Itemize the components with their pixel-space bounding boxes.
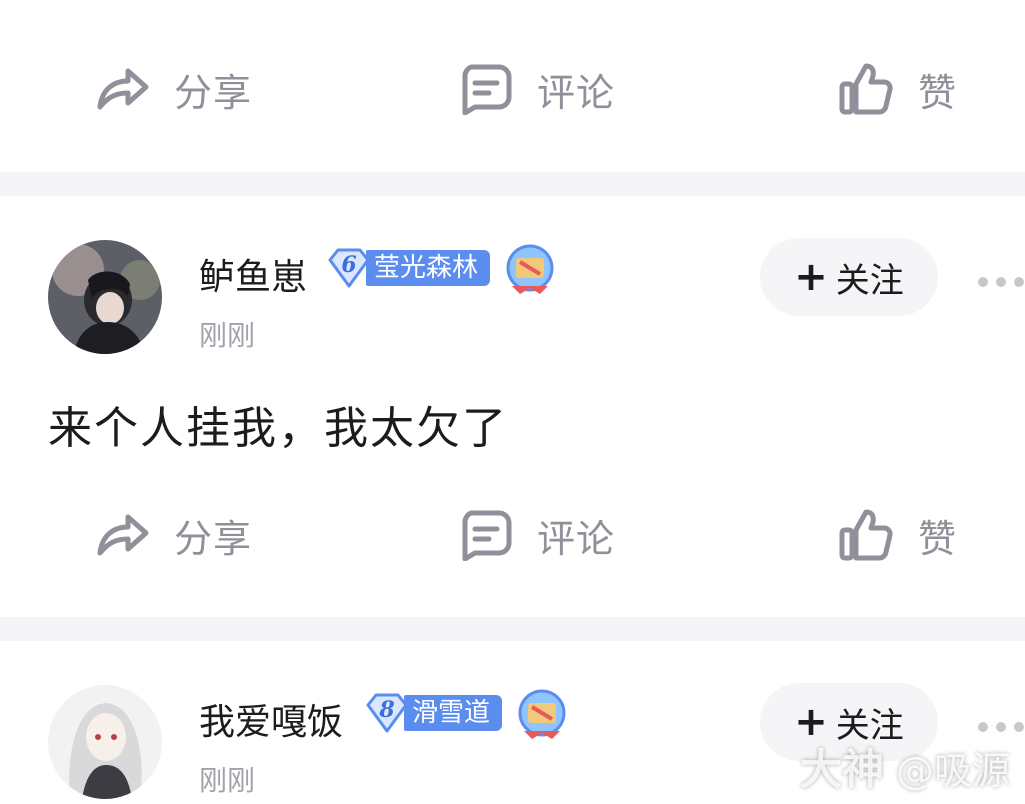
section-divider: [0, 172, 1025, 196]
follow-label: 关注: [835, 260, 904, 301]
comment-label: 评论: [537, 516, 616, 561]
level-name: 滑雪道: [404, 695, 503, 731]
like-button[interactable]: 赞: [838, 490, 957, 580]
share-icon: [94, 507, 150, 563]
share-icon: [94, 61, 150, 117]
comment-button[interactable]: 评论: [457, 490, 615, 580]
section-divider: [0, 617, 1025, 641]
post-content[interactable]: 来个人挂我，我太欠了: [48, 392, 508, 456]
more-icon[interactable]: [978, 272, 1025, 292]
level-number: 6: [341, 252, 357, 278]
level-badge[interactable]: 6 莹光森林: [326, 246, 491, 290]
avatar[interactable]: [48, 685, 162, 799]
like-button[interactable]: 赞: [838, 44, 957, 134]
avatar[interactable]: [48, 240, 162, 354]
action-bar: 分享 评论 赞: [0, 490, 1025, 580]
action-bar: 分享 评论 赞: [0, 44, 1025, 134]
plus-icon: +: [794, 254, 828, 300]
timestamp: 刚刚: [199, 319, 256, 352]
watermark-handle: @吸源: [896, 749, 1011, 793]
like-label: 赞: [918, 516, 958, 561]
level-number: 8: [379, 697, 395, 723]
medal-icon[interactable]: [514, 687, 570, 743]
level-gem-icon: 6: [326, 246, 372, 290]
like-label: 赞: [918, 70, 958, 115]
share-label: 分享: [174, 516, 253, 561]
like-icon: [838, 507, 894, 563]
level-name: 莹光森林: [366, 250, 491, 286]
watermark: 大神 @吸源: [800, 736, 1010, 797]
timestamp: 刚刚: [199, 764, 256, 797]
share-button[interactable]: 分享: [94, 490, 252, 580]
level-gem-icon: 8: [364, 691, 410, 735]
comment-icon: [457, 61, 513, 117]
watermark-brand: 大神: [800, 745, 885, 794]
username[interactable]: 鲈鱼崽: [199, 248, 307, 300]
comment-button[interactable]: 评论: [457, 44, 615, 134]
follow-button[interactable]: + 关注: [760, 238, 938, 316]
medal-icon[interactable]: [502, 242, 558, 298]
like-icon: [838, 61, 894, 117]
comment-icon: [457, 507, 513, 563]
share-label: 分享: [174, 70, 253, 115]
username[interactable]: 我爱嘎饭: [199, 693, 343, 745]
more-icon[interactable]: [978, 717, 1025, 737]
level-badge[interactable]: 8 滑雪道: [364, 691, 503, 735]
share-button[interactable]: 分享: [94, 44, 252, 134]
comment-label: 评论: [537, 70, 616, 115]
